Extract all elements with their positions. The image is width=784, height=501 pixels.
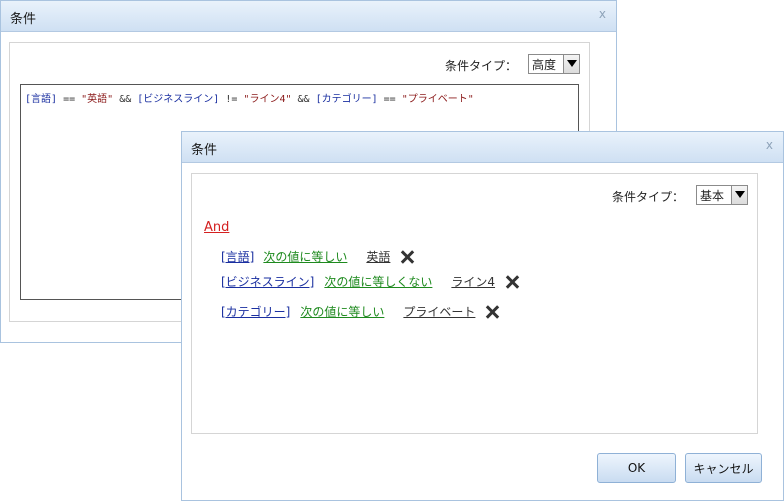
expr-value: "英語" — [81, 94, 114, 105]
dialog-content-panel: 条件タイプ： 基本 And [言語] 次の値に等しい 英語 [ビジネスライン] … — [191, 173, 758, 434]
delete-icon[interactable] — [505, 275, 519, 289]
close-icon[interactable]: x — [766, 138, 773, 152]
condition-operator-link[interactable]: 次の値に等しくない — [324, 273, 432, 290]
condition-type-label: 条件タイプ： — [612, 190, 685, 204]
dialog-titlebar[interactable]: 条件 x — [182, 132, 783, 163]
basic-condition-dialog: 条件 x 条件タイプ： 基本 And [言語] 次の値に等しい 英語 [ビジネス… — [181, 131, 784, 501]
expr-value: "ライン4" — [243, 94, 292, 105]
dialog-title: 条件 — [10, 12, 37, 27]
group-operator-link[interactable]: And — [204, 220, 229, 235]
expr-field-category: [カテゴリー] — [315, 94, 378, 105]
chevron-down-icon[interactable] — [731, 186, 747, 204]
expr-value: "プライベート" — [401, 94, 474, 105]
condition-field-link[interactable]: [言語] — [221, 248, 254, 265]
condition-value-link[interactable]: 英語 — [366, 248, 390, 265]
condition-value-link[interactable]: プライベート — [403, 303, 475, 320]
condition-row: [言語] 次の値に等しい 英語 — [221, 248, 414, 265]
expr-operator: == — [57, 94, 82, 105]
dialog-titlebar[interactable]: 条件 x — [1, 1, 616, 32]
condition-type-value: 高度 — [532, 57, 557, 72]
condition-type-select[interactable]: 基本 — [696, 185, 748, 205]
expr-and: && — [291, 94, 316, 105]
condition-value-link[interactable]: ライン4 — [451, 273, 495, 290]
expr-field-business-line: [ビジネスライン] — [137, 94, 220, 105]
condition-field-link[interactable]: [ビジネスライン] — [221, 273, 314, 290]
delete-icon[interactable] — [400, 250, 414, 264]
dialog-title: 条件 — [191, 143, 218, 158]
chevron-down-icon[interactable] — [563, 55, 579, 73]
expr-field-language: [言語] — [25, 94, 58, 105]
cancel-button[interactable]: キャンセル — [685, 453, 762, 483]
condition-type-select[interactable]: 高度 — [528, 54, 580, 74]
expr-operator: == — [377, 94, 402, 105]
condition-type-label: 条件タイプ： — [445, 59, 518, 73]
expr-operator: != — [219, 94, 244, 105]
condition-type-value: 基本 — [700, 188, 725, 203]
expr-and: && — [113, 94, 138, 105]
condition-field-link[interactable]: [カテゴリー] — [221, 303, 290, 320]
delete-icon[interactable] — [485, 305, 499, 319]
condition-operator-link[interactable]: 次の値に等しい — [263, 248, 347, 265]
condition-operator-link[interactable]: 次の値に等しい — [300, 303, 384, 320]
condition-row: [ビジネスライン] 次の値に等しくない ライン4 — [221, 273, 519, 290]
condition-row: [カテゴリー] 次の値に等しい プライベート — [221, 303, 499, 320]
ok-button[interactable]: OK — [597, 453, 676, 483]
close-icon[interactable]: x — [599, 7, 606, 21]
